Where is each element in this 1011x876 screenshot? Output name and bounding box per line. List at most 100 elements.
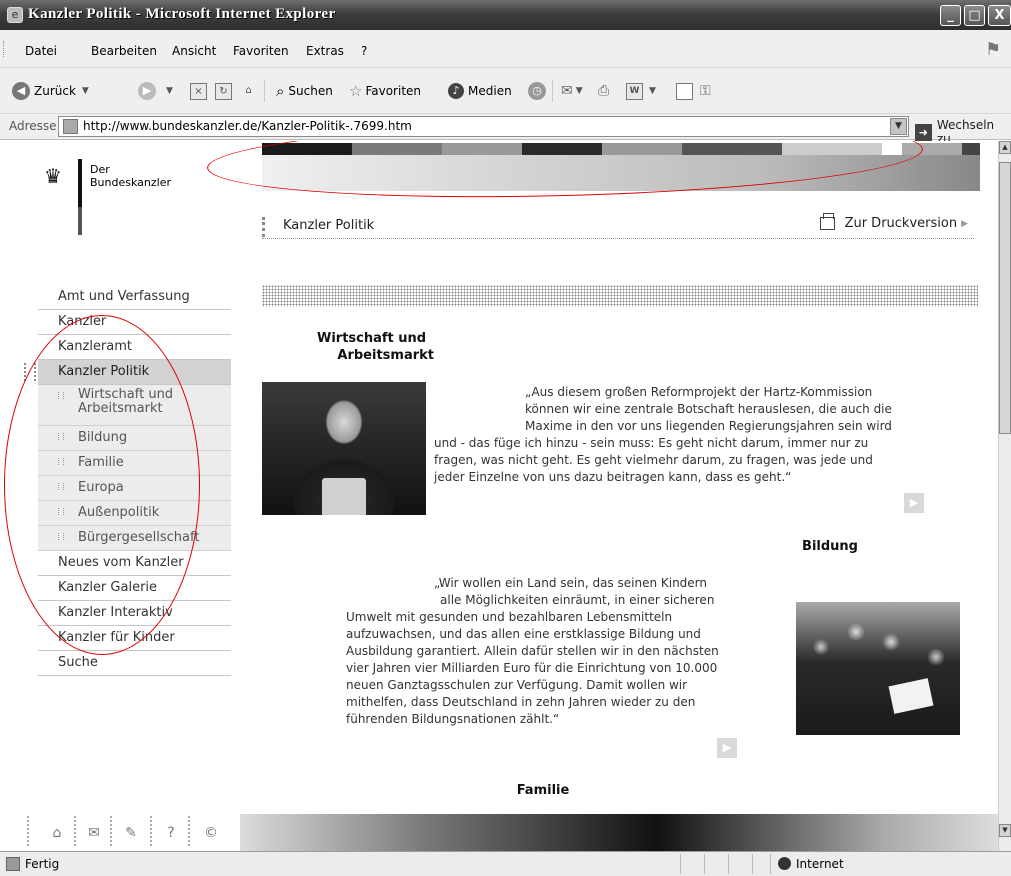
quote-line: jeder Einzelne von uns dazu beitragen ka… [434, 470, 792, 484]
menu-extras[interactable]: Extras [306, 44, 344, 58]
close-button[interactable]: X [988, 5, 1011, 26]
more-arrow-button[interactable]: ▶ [904, 493, 924, 513]
ie-icon: e [7, 7, 23, 23]
address-label: Adresse [9, 119, 57, 133]
refresh-icon: ↻ [215, 82, 232, 100]
back-dropdown-icon[interactable]: ▼ [82, 86, 89, 96]
menu-bearbeiten[interactable]: Bearbeiten [91, 44, 157, 58]
nav-sub-europa[interactable]: Europa [38, 476, 231, 501]
home-button[interactable]: ⌂ [240, 80, 257, 102]
nav-item-kanzler-politik[interactable]: Kanzler Politik [24, 360, 231, 385]
discuss-icon [676, 82, 693, 100]
nav-item-neues-vom-kanzler[interactable]: Neues vom Kanzler [38, 551, 231, 576]
window-title: Kanzler Politik - Microsoft Internet Exp… [28, 6, 336, 22]
printer-icon [819, 213, 835, 230]
footer-toolbar: ⌂ ✉ ✎ ? © [0, 812, 998, 851]
edit-dropdown-icon[interactable]: ▼ [649, 86, 656, 96]
stop-button[interactable]: × [190, 80, 207, 102]
nav-item-kanzler[interactable]: Kanzler [38, 310, 231, 335]
mail-icon: ✉ [561, 83, 573, 99]
go-arrow-icon: ➜ [915, 123, 932, 141]
article-quote-bildung: „Wir wollen ein Land sein, das seinen Ki… [346, 575, 786, 728]
address-input[interactable]: http://www.bundeskanzler.de/Kanzler-Poli… [58, 116, 909, 137]
nav-sub-familie[interactable]: Familie [38, 451, 231, 476]
back-label: Zurück [34, 84, 76, 98]
chancellor-photo[interactable] [262, 382, 426, 515]
address-url[interactable]: http://www.bundeskanzler.de/Kanzler-Poli… [83, 119, 412, 133]
forward-dropdown-icon[interactable]: ▼ [166, 86, 173, 96]
copyright-icon[interactable]: © [200, 822, 222, 844]
nav-sub-label: Bildung [78, 430, 128, 445]
status-text: Fertig [25, 857, 60, 871]
nav-item-kanzler-galerie[interactable]: Kanzler Galerie [38, 576, 231, 601]
nav-sub-wirtschaft-und-arbeitsmarkt[interactable]: Wirtschaft und Arbeitsmarkt [38, 385, 231, 426]
page-icon [63, 119, 78, 134]
quote-line: aufzuwachsen, und das allen eine erstkla… [346, 627, 701, 641]
minimize-button[interactable]: _ [940, 5, 961, 26]
address-dropdown-icon[interactable]: ▼ [890, 118, 907, 135]
nav-item-kanzler-fuer-kinder[interactable]: Kanzler für Kinder [38, 626, 231, 651]
quote-line: „Aus diesem großen Reformprojekt der Har… [525, 385, 873, 399]
footer-separator [188, 816, 192, 846]
mail-button[interactable]: ✉ ▼ [561, 80, 583, 102]
nav-sub-aussenpolitik[interactable]: Außenpolitik [38, 501, 231, 526]
bullet-icon [58, 392, 64, 399]
quote-line: und - das füge ich hinzu - sein muss: Es… [434, 436, 869, 450]
menu-favoriten[interactable]: Favoriten [233, 44, 289, 58]
nav-item-kanzleramt[interactable]: Kanzleramt [38, 335, 231, 360]
quote-line: fragen, was nicht geht. Es geht vielmehr… [434, 453, 873, 467]
bullet-icon [58, 533, 64, 540]
maximize-button[interactable]: □ [964, 5, 985, 26]
home-icon[interactable]: ⌂ [46, 822, 68, 844]
refresh-button[interactable]: ↻ [215, 80, 232, 102]
site-logo[interactable]: Der Bundeskanzler [90, 163, 171, 189]
print-button[interactable]: ⎙ [598, 80, 609, 102]
media-button[interactable]: ♪ Medien [448, 80, 512, 102]
footer-banner [240, 814, 998, 851]
footer-separator [150, 816, 154, 846]
footer-separator [74, 816, 78, 846]
menu-ansicht[interactable]: Ansicht [172, 44, 216, 58]
help-icon[interactable]: ? [160, 822, 182, 844]
status-bar: Fertig Internet [0, 851, 1011, 876]
history-icon: ◷ [528, 82, 546, 100]
nav-item-kanzler-interaktiv[interactable]: Kanzler Interaktiv [38, 601, 231, 626]
back-button[interactable]: ◀ Zurück ▼ [12, 80, 89, 102]
vertical-scrollbar[interactable]: ▲ ▼ [998, 141, 1011, 851]
dotted-separator [262, 285, 978, 307]
nav-sub-bildung[interactable]: Bildung [38, 426, 231, 451]
windows-logo-icon: ⚑ [985, 39, 1002, 60]
heading-line-2: Arbeitsmarkt [337, 348, 434, 363]
article-heading-familie[interactable]: Familie [510, 782, 576, 799]
quote-line: mithelfen, dass Deutschland in zehn Jahr… [346, 695, 696, 709]
more-arrow-button[interactable]: ▶ [717, 738, 737, 758]
messenger-button[interactable]: ⚿ [700, 80, 711, 102]
edit-button[interactable]: W ▼ [626, 80, 656, 102]
discuss-button[interactable] [676, 80, 693, 102]
header-banner [262, 143, 980, 191]
mail-dropdown-icon[interactable]: ▼ [576, 86, 583, 96]
nav-item-suche[interactable]: Suche [38, 651, 231, 676]
quote-line: Ausbildung garantiert. Allein dafür stel… [346, 644, 719, 658]
mail-icon[interactable]: ✉ [83, 822, 105, 844]
quote-line: „Wir wollen ein Land sein, das seinen Ki… [434, 576, 708, 590]
article-quote-wirtschaft: „Aus diesem großen Reformprojekt der Har… [434, 384, 994, 486]
history-button[interactable]: ◷ [528, 80, 550, 102]
scroll-thumb[interactable] [999, 162, 1011, 434]
menu-help[interactable]: ? [361, 44, 367, 58]
scroll-down-icon[interactable]: ▼ [999, 824, 1011, 837]
article-heading-bildung[interactable]: Bildung [790, 538, 858, 555]
nav-item-amt-und-verfassung[interactable]: Amt und Verfassung [38, 285, 231, 310]
toolbar-grip[interactable] [3, 41, 6, 57]
menu-datei[interactable]: Datei [25, 44, 57, 58]
favorites-button[interactable]: ☆ Favoriten [349, 80, 421, 102]
nav-sub-buergergesellschaft[interactable]: Bürgergesellschaft [38, 526, 231, 551]
newsletter-icon[interactable]: ✎ [120, 822, 142, 844]
logo-line-2: Bundeskanzler [90, 176, 171, 189]
search-button[interactable]: ⌕ Suchen [276, 80, 333, 102]
article-heading-wirtschaft[interactable]: Wirtschaft und Arbeitsmarkt [300, 330, 434, 364]
school-group-photo[interactable] [796, 602, 960, 735]
scroll-up-icon[interactable]: ▲ [999, 141, 1011, 154]
print-version-link[interactable]: Zur Druckversion ▶ [819, 213, 968, 231]
forward-button[interactable]: ▶ ▼ [138, 80, 173, 102]
